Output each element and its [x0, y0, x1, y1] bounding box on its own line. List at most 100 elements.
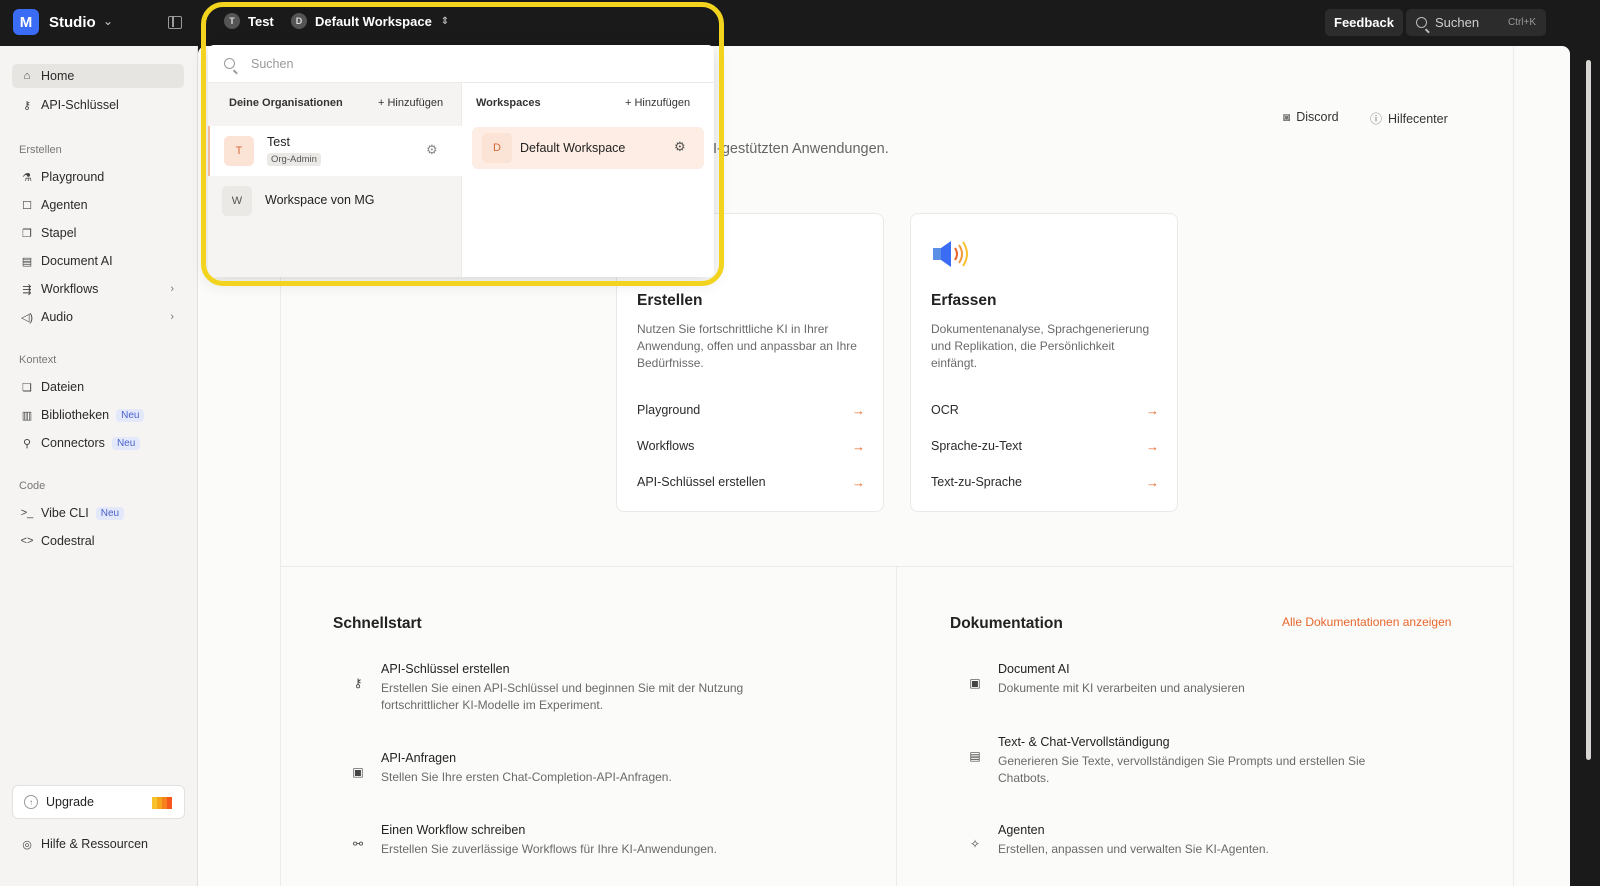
sidebar-item-api-keys[interactable]: ⚷ API-Schlüssel [12, 93, 184, 117]
helpcenter-link[interactable]: ⓘ Hilfecenter [1370, 110, 1448, 127]
global-search-button[interactable]: Suchen Ctrl+K [1406, 9, 1546, 36]
key-icon: ⚷ [22, 99, 32, 112]
card-title: Erstellen [637, 292, 703, 309]
docs-item-desc: Generieren Sie Texte, vervollständigen S… [998, 754, 1366, 785]
gear-icon[interactable]: ⚙ [674, 139, 686, 155]
workspaces-column: Workspaces + Hinzufügen D Default Worksp… [462, 83, 714, 277]
quickstart-item-desc: Erstellen Sie zuverlässige Workflows für… [381, 842, 717, 856]
org-role-badge: Org-Admin [267, 153, 321, 166]
search-icon [224, 58, 235, 69]
org-item-test[interactable]: T Test Org-Admin ⚙ [208, 126, 462, 176]
schnellstart-title: Schnellstart [333, 615, 422, 632]
sidebar-item-vibe-cli[interactable]: >_ Vibe CLI Neu [12, 501, 184, 525]
workspace-switcher[interactable]: D Default Workspace ⇕ [291, 13, 449, 29]
page-scrollbar[interactable] [1586, 60, 1591, 760]
document-icon: ▣ [969, 676, 981, 690]
arrow-right-icon: → [1146, 439, 1159, 454]
code-icon: <> [20, 535, 34, 547]
sidebar-item-audio[interactable]: ◁) Audio › [12, 305, 184, 329]
upgrade-brand-icon [152, 797, 172, 809]
search-icon [1416, 17, 1427, 28]
terminal-icon: >_ [20, 507, 34, 519]
card-description: Dokumentenanalyse, Sprachgenerierung und… [931, 322, 1150, 370]
card-link-text-to-speech[interactable]: Text-zu-Sprache → [931, 475, 1159, 490]
updown-chevron-icon: ⇕ [440, 15, 450, 27]
card-link-speech-to-text[interactable]: Sprache-zu-Text → [931, 439, 1159, 454]
card-link-label: Workflows [637, 439, 695, 453]
section-label-erstellen: Erstellen [19, 144, 62, 156]
chevron-right-icon: › [170, 311, 174, 323]
card-link-playground[interactable]: Playground → [637, 403, 865, 418]
upgrade-button[interactable]: ↑ Upgrade [12, 785, 185, 819]
card-description: Nutzen Sie fortschrittliche KI in Ihrer … [637, 322, 857, 370]
new-badge: Neu [111, 436, 141, 450]
sidebar-item-codestral[interactable]: <> Codestral [12, 529, 184, 553]
all-docs-link[interactable]: Alle Dokumentationen anzeigen [1282, 615, 1451, 629]
feedback-button[interactable]: Feedback [1325, 9, 1403, 36]
section-label-code: Code [19, 480, 46, 492]
section-divider [281, 566, 1513, 567]
add-workspace-button[interactable]: + Hinzufügen [625, 97, 690, 109]
quickstart-item-title: API-Anfragen [381, 751, 457, 765]
sidebar-item-connectors[interactable]: ⚲ Connectors Neu [12, 431, 184, 455]
app-name[interactable]: Studio [49, 14, 96, 31]
org-avatar: T [224, 13, 240, 29]
section-label-kontext: Kontext [19, 354, 57, 366]
workspace-avatar: D [291, 13, 307, 29]
docs-item-title: Document AI [998, 662, 1070, 676]
top-bar: M Studio ⌄ T Test D Default Workspace ⇕ … [0, 0, 1600, 46]
org-item-workspace-von-mg[interactable]: W Workspace von MG [208, 176, 462, 226]
quickstart-item-desc: Stellen Sie Ihre ersten Chat-Completion-… [381, 770, 672, 784]
sidebar-item-agenten[interactable]: ☐ Agenten [12, 193, 184, 217]
workspace-avatar: D [482, 133, 512, 163]
workspace-item-default[interactable]: D Default Workspace ⚙ [472, 127, 704, 169]
stack-icon: ❐ [22, 227, 32, 240]
text-document-icon: ▤ [969, 749, 981, 763]
workspace-name: Default Workspace [520, 141, 626, 155]
org-name: Test [267, 135, 290, 149]
new-badge: Neu [95, 506, 125, 520]
card-link-ocr[interactable]: OCR → [931, 403, 1159, 418]
card-link-label: OCR [931, 403, 959, 417]
home-icon: ⌂ [23, 70, 31, 82]
sidebar-item-help[interactable]: ◎ Hilfe & Ressourcen [12, 832, 184, 856]
card-link-label: API-Schlüssel erstellen [637, 475, 766, 489]
discord-link[interactable]: ◙ Discord [1283, 110, 1339, 124]
chevron-right-icon: › [170, 283, 174, 295]
sidebar-item-label: Playground [41, 170, 105, 184]
org-avatar: W [222, 186, 252, 216]
sidebar-item-label: Stapel [41, 226, 77, 240]
sidebar-item-stapel[interactable]: ❐ Stapel [12, 221, 184, 245]
sidebar-item-home[interactable]: ⌂ Home [12, 64, 184, 88]
sidebar-item-document-ai[interactable]: ▤ Document AI [12, 249, 184, 273]
sidebar-item-workflows[interactable]: ⇶ Workflows › [12, 277, 184, 301]
add-organization-button[interactable]: + Hinzufügen [378, 97, 443, 109]
popover-search-field[interactable]: Suchen [208, 45, 714, 83]
sidebar-item-bibliotheken[interactable]: ▥ Bibliotheken Neu [12, 403, 184, 427]
dokumentation-title: Dokumentation [950, 615, 1063, 632]
speaker-icon: ◁) [20, 311, 34, 324]
column-divider [896, 566, 897, 886]
sidebar-item-dateien[interactable]: ❏ Dateien [12, 375, 184, 399]
popover-search-placeholder: Suchen [251, 56, 294, 71]
org-avatar: T [224, 136, 254, 166]
discord-label: Discord [1296, 110, 1339, 124]
workflow-icon: ⚯ [352, 837, 364, 851]
arrow-up-icon: ↑ [24, 795, 38, 809]
card-link-create-api-key[interactable]: API-Schlüssel erstellen → [637, 475, 865, 490]
app-logo[interactable]: M [13, 9, 39, 35]
book-icon: ▥ [21, 409, 33, 422]
chevron-down-icon[interactable]: ⌄ [103, 14, 113, 28]
docs-item-title: Text- & Chat-Vervollständigung [998, 735, 1170, 749]
org-switcher[interactable]: T Test [224, 13, 274, 29]
sidebar-item-playground[interactable]: ⚗ Playground [12, 165, 184, 189]
gear-icon[interactable]: ⚙ [426, 142, 438, 158]
upgrade-label: Upgrade [46, 795, 94, 809]
document-icon: ▤ [21, 255, 33, 268]
workspaces-header: Workspaces [476, 97, 541, 109]
sidebar-item-label: Agenten [41, 198, 88, 212]
sidebar-toggle-icon[interactable] [168, 16, 182, 29]
search-label: Suchen [1435, 15, 1480, 30]
org-workspace-popover: Suchen Deine Organisationen + Hinzufügen… [208, 45, 714, 277]
card-link-workflows[interactable]: Workflows → [637, 439, 865, 454]
